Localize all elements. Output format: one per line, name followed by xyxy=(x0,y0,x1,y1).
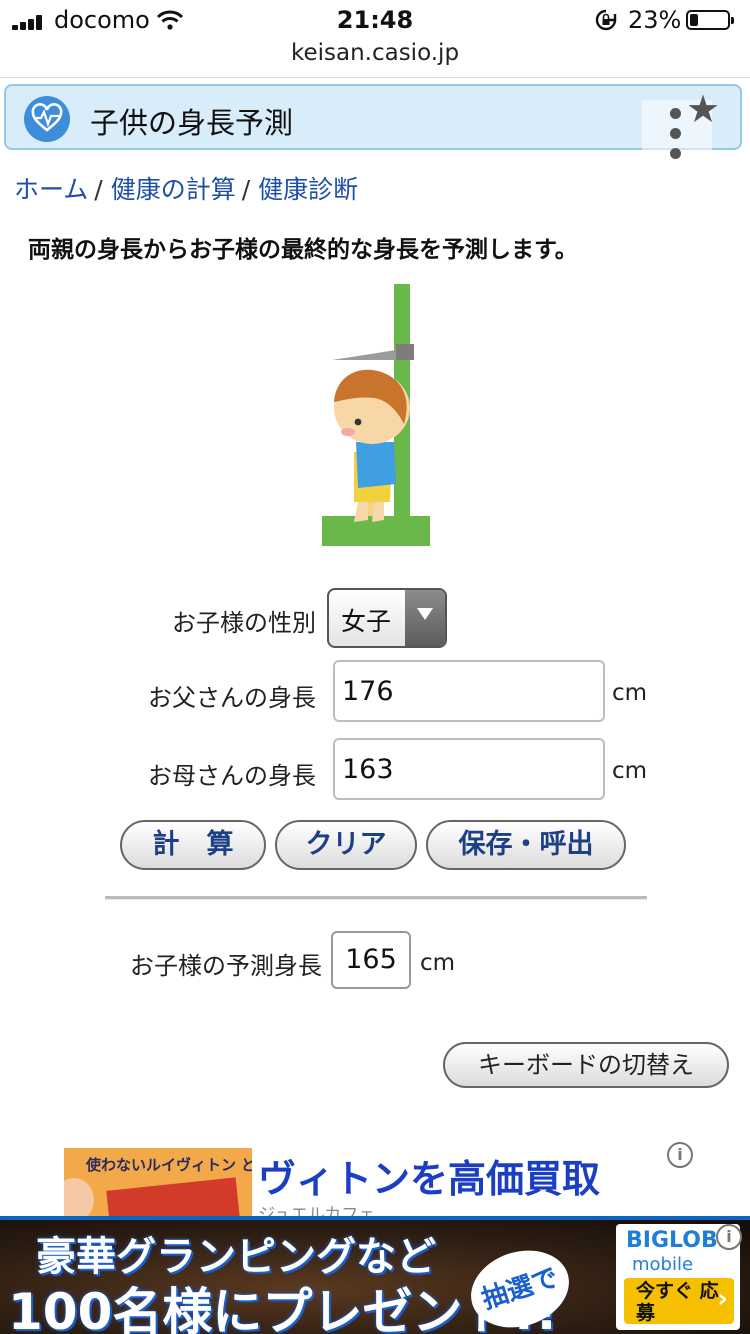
father-height-input[interactable] xyxy=(333,660,605,722)
clear-button[interactable]: クリア xyxy=(275,820,417,870)
page-header: 子供の身長予測 ★ xyxy=(4,84,742,159)
status-bar: docomo 21:48 23% xyxy=(0,0,750,40)
page-title: 子供の身長予測 xyxy=(90,106,294,140)
bottom-ad-banner[interactable]: 豪華グランピングなど 100名様にプレゼント!! 抽選で BIGLOBE mob… xyxy=(0,1216,750,1334)
banner-info-icon[interactable]: i xyxy=(716,1224,742,1250)
breadcrumb-separator: / xyxy=(241,175,251,204)
father-height-label: お父さんの身長 xyxy=(148,684,316,712)
gender-select-value: 女子 xyxy=(341,607,392,636)
gender-select[interactable]: 女子 xyxy=(327,588,447,648)
mother-height-input[interactable] xyxy=(333,738,605,800)
ad-thumbnail[interactable]: 使わないルイヴィトン どうしよう? xyxy=(64,1148,252,1218)
banner-apply-label: 今すぐ 応募 xyxy=(636,1280,719,1324)
battery-icon xyxy=(686,10,734,30)
divider xyxy=(105,896,647,900)
divider xyxy=(0,77,750,78)
ad-title[interactable]: ヴィトンを高価買取 xyxy=(258,1148,600,1203)
ad-info-icon[interactable]: i xyxy=(667,1142,693,1168)
page-description: 両親の身長からお子様の最終的な身長を予測します。 xyxy=(28,237,578,263)
chevron-down-icon xyxy=(405,590,445,646)
breadcrumb: ホーム / 健康の計算 / 健康診断 xyxy=(14,170,358,206)
ad-thumbnail-text: 使わないルイヴィトン どうしよう? xyxy=(86,1156,252,1174)
address-bar-url[interactable]: keisan.casio.jp xyxy=(0,40,750,66)
father-height-unit: cm xyxy=(612,680,648,706)
predicted-height-value: 165 xyxy=(331,931,411,989)
mother-height-unit: cm xyxy=(612,758,648,784)
calculate-button[interactable]: 計 算 xyxy=(120,820,266,870)
breadcrumb-separator: / xyxy=(94,175,103,204)
heart-monitor-icon xyxy=(24,96,70,142)
chevron-right-icon: › xyxy=(717,1284,728,1314)
breadcrumb-home[interactable]: ホーム xyxy=(14,175,88,204)
child-height-illustration xyxy=(322,284,430,546)
breadcrumb-health-check[interactable]: 健康診断 xyxy=(258,175,358,204)
banner-apply-button[interactable]: 今すぐ 応募 › xyxy=(624,1278,734,1324)
breadcrumb-health-calc[interactable]: 健康の計算 xyxy=(111,175,236,204)
predicted-height-label: お子様の予測身長 xyxy=(130,952,322,980)
orientation-lock-icon xyxy=(595,9,617,31)
star-icon[interactable]: ★ xyxy=(686,90,720,128)
banner-logo-sub: mobile xyxy=(632,1254,694,1275)
save-load-button[interactable]: 保存・呼出 xyxy=(426,820,626,870)
mother-height-label: お母さんの身長 xyxy=(148,762,316,790)
battery-percent: 23% xyxy=(628,6,682,34)
keyboard-toggle-button[interactable]: キーボードの切替え xyxy=(443,1042,729,1088)
predicted-height-unit: cm xyxy=(420,950,456,976)
gender-label: お子様の性別 xyxy=(172,609,316,637)
